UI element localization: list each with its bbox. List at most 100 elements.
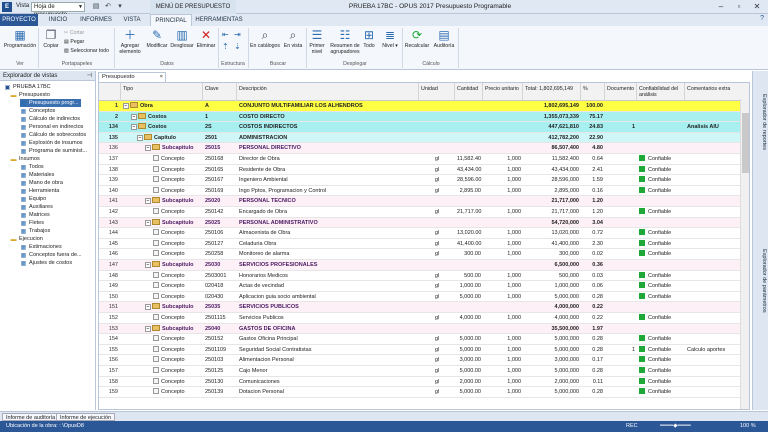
cell-row-number[interactable]: 2 (99, 112, 121, 122)
table-row[interactable]: 149 Concepto 020418 Actas de vecindad gl 1,00… (99, 281, 749, 292)
cell-descripcion[interactable]: Celaduria Obra (237, 239, 419, 249)
cell-cantidad[interactable] (455, 112, 483, 122)
cell-descripcion[interactable]: Director de Obra (237, 154, 419, 164)
cell-cantidad[interactable] (455, 122, 483, 132)
cell-tipo[interactable]: − Subcapitulo (121, 260, 203, 270)
table-row[interactable]: 150 Concepto 020430 Aplicacion guia socio a… (99, 292, 749, 303)
cell-documento[interactable] (605, 207, 637, 217)
seleccionar-todo-button[interactable]: ▧ Seleccionar todo (64, 48, 109, 54)
cell-unidad[interactable]: gl (419, 249, 455, 259)
cell-clave[interactable]: 25025 (203, 218, 237, 228)
cell-confiabilidad[interactable] (637, 196, 685, 206)
tree-item-presupuesto-0[interactable]: ▦ Presupuesto progr... (20, 99, 81, 107)
cell-unidad[interactable]: gl (419, 292, 455, 302)
cell-cantidad[interactable] (455, 302, 483, 312)
table-row[interactable]: 152 Concepto 2501115 Servicios Publicos gl 4,… (99, 313, 749, 324)
cell-precio-unitario[interactable] (483, 133, 523, 143)
cell-clave[interactable]: 2501 (203, 133, 237, 143)
cell-row-number[interactable]: 138 (99, 165, 121, 175)
cell-tipo[interactable]: Concepto (121, 366, 203, 376)
cell-descripcion[interactable]: PERSONAL ADMINISTRATIVO (237, 218, 419, 228)
todo-button[interactable]: ⊞ Todo (362, 28, 376, 49)
cell-total[interactable]: 5,000,000 (523, 387, 581, 397)
cell-tipo[interactable]: − Subcapitulo (121, 302, 203, 312)
cortar-button[interactable]: ✂ Cortar (64, 30, 84, 36)
cell-precio-unitario[interactable]: 1,000 (483, 249, 523, 259)
collapse-icon[interactable]: − (123, 103, 129, 109)
cell-tipo[interactable]: − Subcapitulo (121, 218, 203, 228)
cell-tipo[interactable]: Concepto (121, 165, 203, 175)
cell-unidad[interactable]: gl (419, 239, 455, 249)
tree-item-ejecucion-1[interactable]: ▦ Conceptos fuera de... (20, 251, 82, 259)
cell-tipo[interactable]: Concepto (121, 249, 203, 259)
cell-precio-unitario[interactable] (483, 122, 523, 132)
cell-total[interactable]: 5,000,000 (523, 334, 581, 344)
auditoria-button[interactable]: ▤ Auditoría (432, 28, 456, 49)
cell-porcentaje[interactable]: 1.97 (581, 324, 605, 334)
tree-item-presupuesto-1[interactable]: ▦ Conceptos (20, 107, 56, 115)
cell-porcentaje[interactable]: 0.28 (581, 387, 605, 397)
tree-item-ejecucion-2[interactable]: ▦ Ajustes de costos (20, 259, 72, 267)
cell-confiabilidad[interactable]: Confiable (637, 355, 685, 365)
cell-total[interactable]: 11,582,400 (523, 154, 581, 164)
cell-documento[interactable] (605, 239, 637, 249)
table-row[interactable]: 153 − Subcapitulo 25040 GASTOS DE OFICINA 35,… (99, 323, 749, 335)
cell-precio-unitario[interactable] (483, 260, 523, 270)
cell-confiabilidad[interactable]: Confiable (637, 228, 685, 238)
table-row[interactable]: 159 Concepto 250139 Dotacion Personal gl 5,00… (99, 387, 749, 398)
cell-porcentaje[interactable]: 0.28 (581, 345, 605, 355)
cell-clave[interactable]: 2501115 (203, 313, 237, 323)
header-cantidad[interactable]: Cantidad (455, 83, 483, 101)
cell-confiabilidad[interactable]: Confiable (637, 271, 685, 281)
cell-total[interactable]: 86,507,400 (523, 143, 581, 153)
save-icon[interactable]: ▤ (90, 2, 102, 12)
copiar-button[interactable]: ❐ Copiar (40, 28, 62, 49)
cell-documento[interactable] (605, 175, 637, 185)
cell-clave[interactable]: 2S (203, 122, 237, 132)
collapse-icon[interactable]: − (145, 145, 151, 152)
cell-descripcion[interactable]: Seguridad Social Contratistas (237, 345, 419, 355)
cell-clave[interactable]: 020418 (203, 281, 237, 291)
cell-confiabilidad[interactable]: Confiable (637, 334, 685, 344)
cell-unidad[interactable]: gl (419, 271, 455, 281)
cell-cantidad[interactable]: 28,596.00 (455, 175, 483, 185)
cell-total[interactable]: 447,621,810 (523, 122, 581, 132)
cell-descripcion[interactable]: Comunicaciones (237, 377, 419, 387)
cell-confiabilidad[interactable]: Confiable (637, 387, 685, 397)
header-clave[interactable]: Clave (203, 83, 237, 101)
cell-row-number[interactable]: 1 (99, 101, 121, 111)
cell-tipo[interactable]: Concepto (121, 186, 203, 196)
cell-cantidad[interactable]: 300.00 (455, 249, 483, 259)
header-documento[interactable]: Documento (605, 83, 637, 101)
cell-unidad[interactable]: gl (419, 313, 455, 323)
cell-confiabilidad[interactable] (637, 218, 685, 228)
cell-porcentaje[interactable]: 1.20 (581, 207, 605, 217)
cell-total[interactable]: 300,000 (523, 249, 581, 259)
cell-total[interactable]: 1,000,000 (523, 281, 581, 291)
table-row[interactable]: 154 Concepto 250152 Gastos Oficina Principa… (99, 334, 749, 345)
tree-item-presupuesto-2[interactable]: ▦ Cálculo de indirectos (20, 115, 80, 123)
cell-confiabilidad[interactable]: Confiable (637, 165, 685, 175)
cell-porcentaje[interactable]: 0.28 (581, 334, 605, 344)
cell-row-number[interactable]: 149 (99, 281, 121, 291)
cell-row-number[interactable]: 159 (99, 387, 121, 397)
cell-cantidad[interactable]: 4,000.00 (455, 313, 483, 323)
maximize-button[interactable]: ▫ (732, 1, 746, 12)
cell-clave[interactable]: 250165 (203, 165, 237, 175)
cell-total[interactable]: 21,717,000 (523, 196, 581, 206)
cell-porcentaje[interactable]: 0.28 (581, 292, 605, 302)
cell-unidad[interactable] (419, 196, 455, 206)
cell-unidad[interactable]: gl (419, 186, 455, 196)
collapse-icon[interactable]: − (131, 113, 137, 120)
cell-confiabilidad[interactable] (637, 260, 685, 270)
cell-cantidad[interactable] (455, 196, 483, 206)
outdent-icon[interactable]: ⇥ (234, 31, 241, 39)
collapse-icon[interactable]: − (131, 124, 137, 131)
cell-cantidad[interactable] (455, 101, 483, 111)
cell-cantidad[interactable]: 2,895.00 (455, 186, 483, 196)
move-up-icon[interactable]: ⇡ (222, 43, 229, 51)
cell-confiabilidad[interactable] (637, 112, 685, 122)
cell-porcentaje[interactable]: 0.22 (581, 302, 605, 312)
cell-precio-unitario[interactable]: 1,000 (483, 228, 523, 238)
tree-item-insumos-6[interactable]: ▦ Matrices (20, 211, 50, 219)
